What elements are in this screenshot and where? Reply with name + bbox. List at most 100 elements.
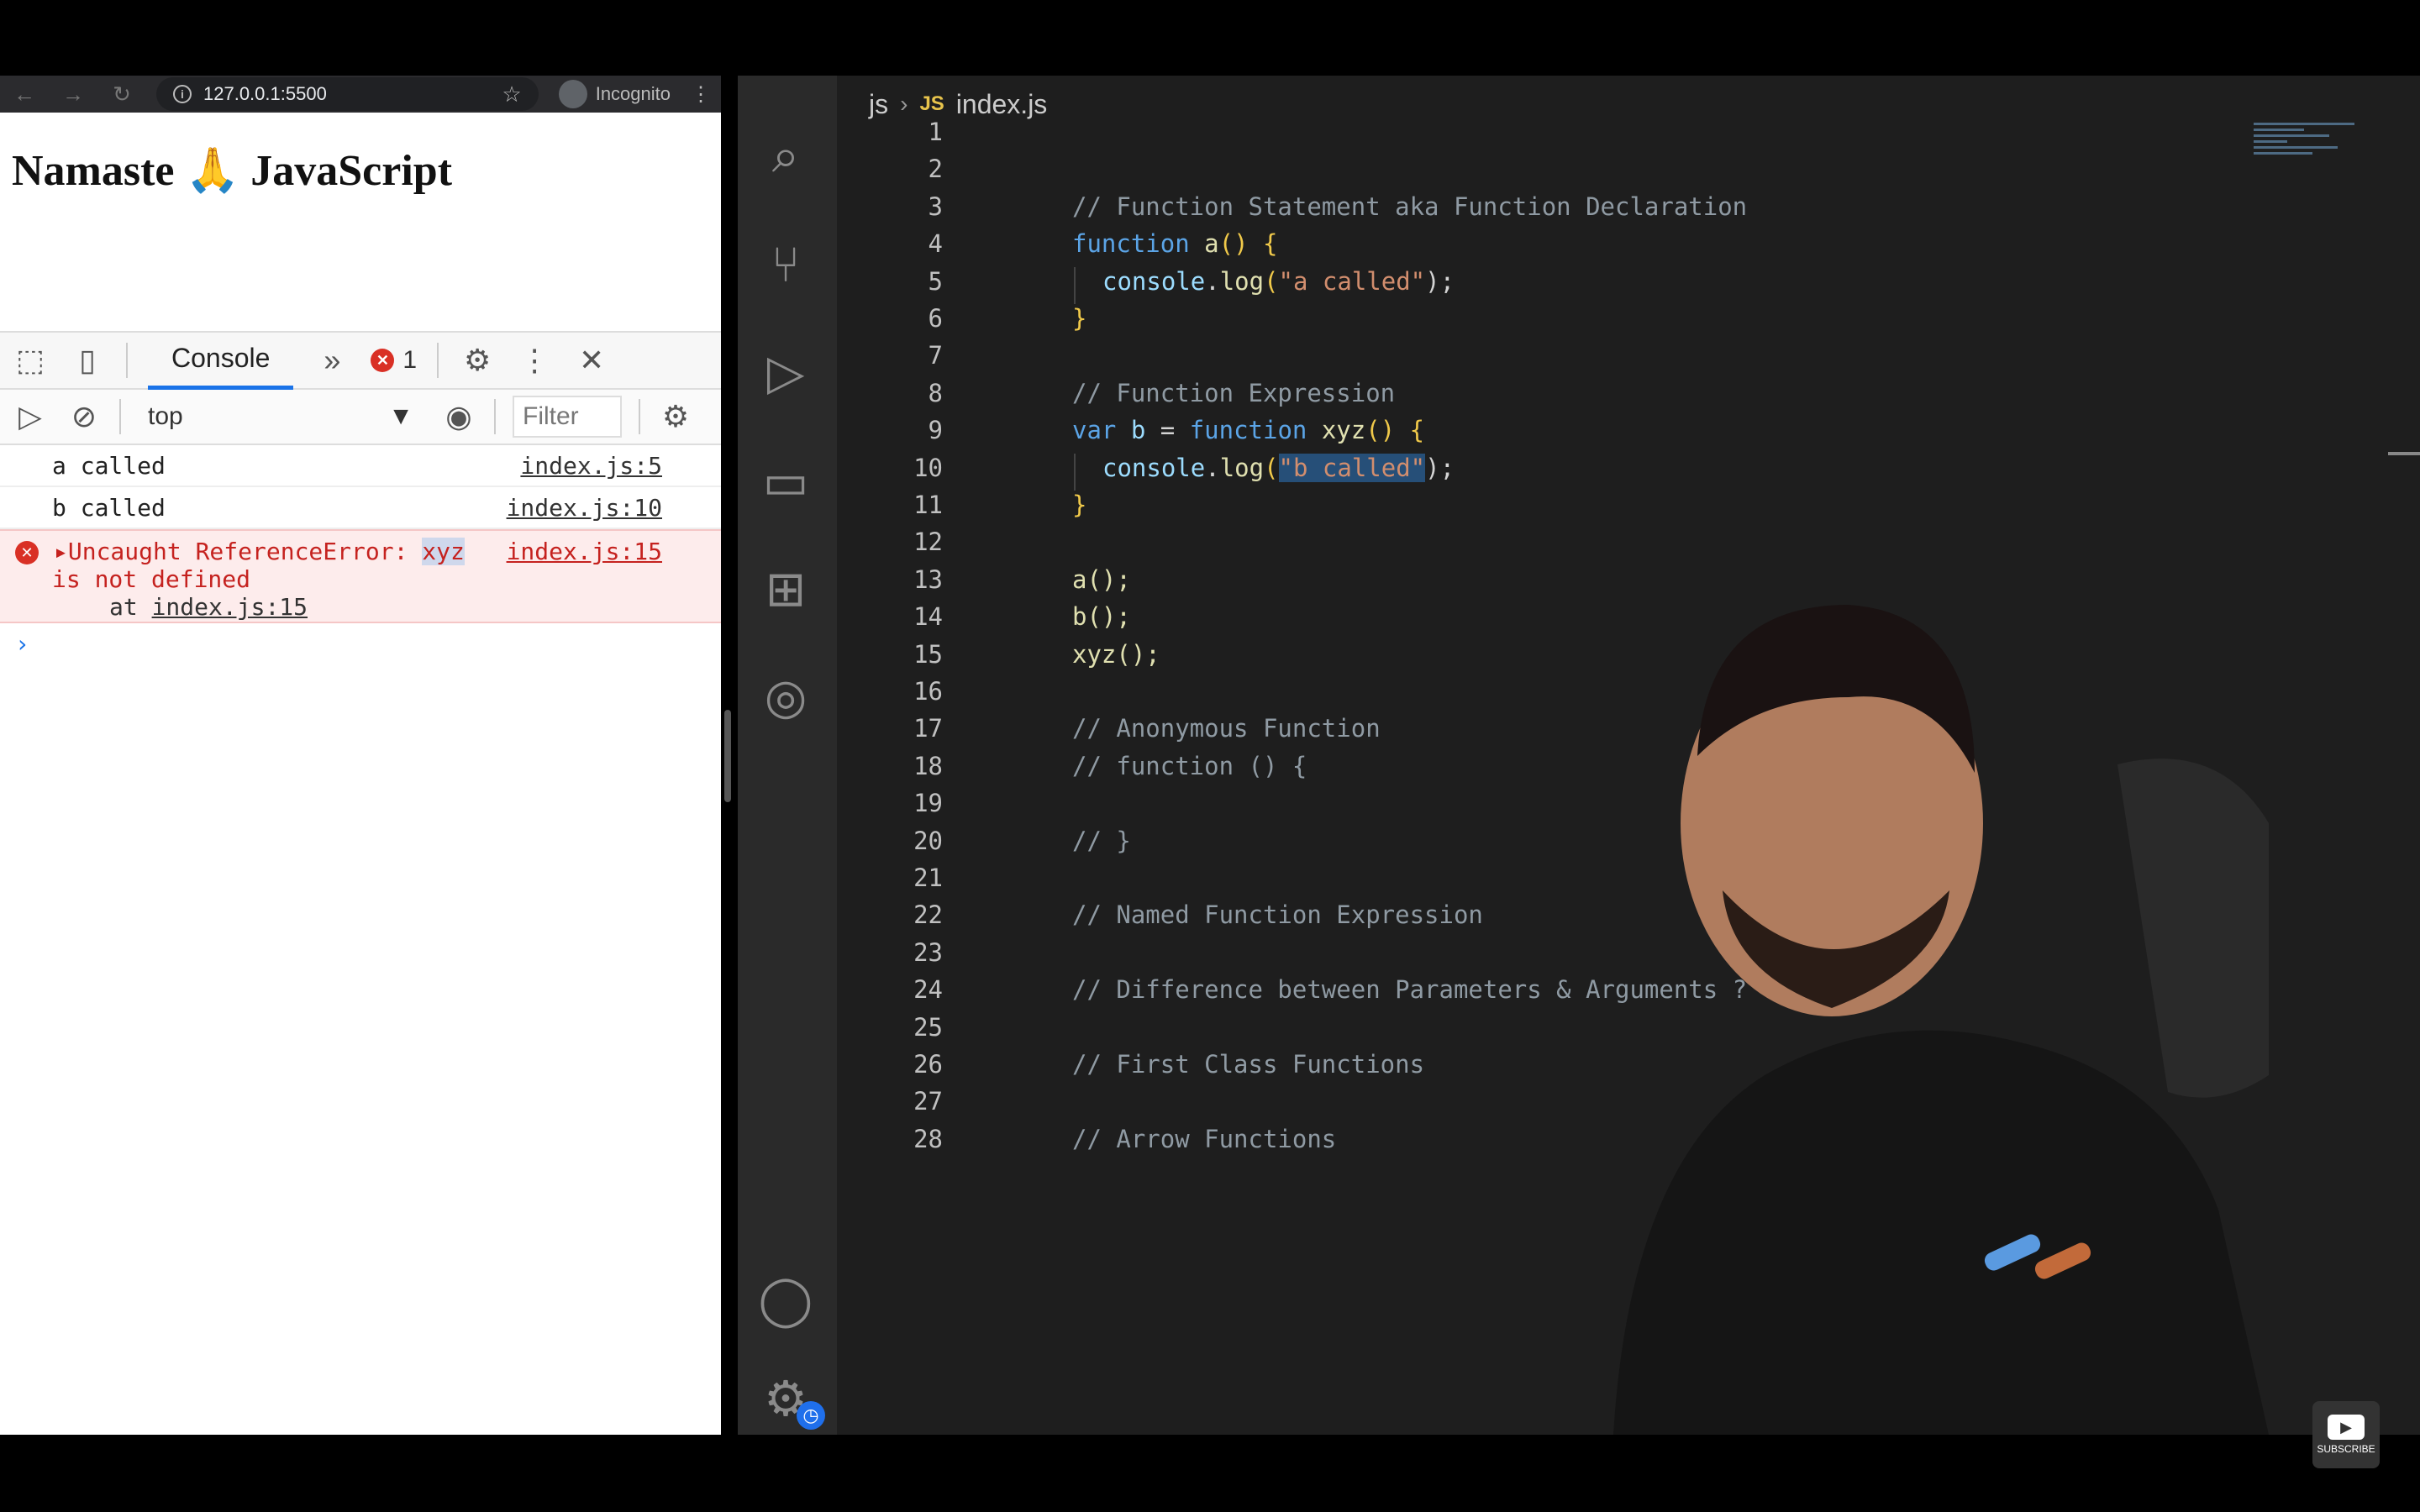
- filter-placeholder: Filter: [523, 402, 579, 430]
- reload-icon[interactable]: ↻: [108, 81, 136, 108]
- line-number: 11: [913, 491, 943, 519]
- line-number: 23: [913, 937, 943, 967]
- code-token: (: [1264, 266, 1279, 296]
- tab-console[interactable]: Console: [148, 331, 294, 390]
- remote-explorer-icon[interactable]: ▭: [756, 452, 815, 511]
- search-icon[interactable]: ⌕: [756, 126, 815, 185]
- line-number: 17: [913, 714, 943, 743]
- error-highlight: xyz: [422, 538, 465, 565]
- console-settings-icon[interactable]: ⚙: [657, 399, 694, 434]
- code-line[interactable]: function a() {: [1072, 229, 1277, 258]
- devtools-menu-icon[interactable]: ⋮: [516, 343, 553, 378]
- code-line[interactable]: }: [1072, 304, 1086, 333]
- line-number: 19: [913, 789, 943, 818]
- source-control-icon[interactable]: ⑂: [756, 235, 815, 294]
- code-line[interactable]: // Function Statement aka Function Decla…: [1072, 192, 1747, 221]
- code-line[interactable]: // Named Function Expression: [1072, 900, 1483, 929]
- code-token: "a called": [1278, 266, 1426, 296]
- log-source-link[interactable]: index.js:5: [520, 452, 662, 480]
- line-number: 27: [913, 1087, 943, 1116]
- error-message[interactable]: ▸Uncaught ReferenceError: xyz: [54, 538, 465, 565]
- code-token: log: [1219, 453, 1265, 482]
- error-icon: ✕: [371, 349, 395, 372]
- scrollbar-marker[interactable]: [2388, 452, 2420, 455]
- run-debug-icon[interactable]: ▷: [756, 343, 815, 402]
- back-icon[interactable]: ←: [10, 81, 39, 108]
- log-text: a called: [52, 451, 166, 480]
- clear-console-icon[interactable]: ⊘: [66, 399, 103, 434]
- expand-triangle-icon[interactable]: ▸: [54, 538, 68, 565]
- error-source-link[interactable]: index.js:15: [507, 538, 662, 565]
- js-file-icon: JS: [919, 92, 944, 115]
- code-line[interactable]: // function () {: [1072, 752, 1307, 780]
- error-count-badge[interactable]: ✕ 1: [371, 346, 417, 375]
- code-token: // Arrow Functions: [1072, 1124, 1337, 1153]
- address-bar[interactable]: i 127.0.0.1:5500 ☆: [156, 77, 539, 111]
- sidebar-toggle-icon[interactable]: ▷: [12, 399, 49, 434]
- breadcrumb-folder[interactable]: js: [869, 89, 888, 120]
- line-number: 4: [928, 229, 943, 259]
- code-token: // }: [1072, 826, 1131, 855]
- code-line[interactable]: // Function Expression: [1072, 379, 1395, 407]
- stack-link[interactable]: index.js:15: [152, 593, 308, 621]
- device-toggle-icon[interactable]: ▯: [69, 343, 106, 378]
- divider: [437, 343, 439, 378]
- code-line[interactable]: // }: [1072, 827, 1131, 855]
- info-icon[interactable]: i: [173, 85, 192, 103]
- incognito-indicator[interactable]: Incognito: [558, 80, 671, 108]
- error-icon: ✕: [15, 541, 39, 564]
- incognito-icon: [558, 80, 587, 108]
- pane-splitter[interactable]: [724, 710, 731, 802]
- minimap[interactable]: [2254, 123, 2396, 207]
- error-line2: is not defined: [52, 565, 251, 593]
- youtube-subscribe-button[interactable]: ▶ SUBSCRIBE: [2312, 1401, 2380, 1468]
- code-line[interactable]: console.log("a called");: [1102, 267, 1455, 296]
- code-line[interactable]: // First Class Functions: [1072, 1050, 1424, 1079]
- close-icon[interactable]: ✕: [573, 343, 610, 378]
- extensions-icon[interactable]: ⊞: [756, 559, 815, 618]
- browser-menu-icon[interactable]: ⋮: [691, 82, 711, 107]
- context-select[interactable]: top ▼: [138, 396, 424, 438]
- code-token: // Named Function Expression: [1072, 900, 1483, 930]
- line-number: 28: [913, 1124, 943, 1153]
- error-prefix: Uncaught ReferenceError:: [67, 538, 423, 565]
- code-token: );: [1425, 453, 1455, 482]
- divider: [126, 343, 128, 378]
- filter-input[interactable]: Filter: [513, 396, 622, 438]
- code-line[interactable]: xyz();: [1072, 640, 1160, 669]
- code-line[interactable]: // Arrow Functions: [1072, 1125, 1336, 1153]
- code-token: console: [1102, 453, 1206, 482]
- code-line[interactable]: // Anonymous Function: [1072, 714, 1381, 743]
- line-number: 2: [928, 155, 943, 184]
- line-number: 13: [913, 564, 943, 594]
- bookmark-star-icon[interactable]: ☆: [502, 81, 521, 108]
- code-token: function: [1072, 229, 1190, 259]
- forward-icon[interactable]: →: [59, 81, 87, 108]
- line-number: 24: [913, 975, 943, 1005]
- line-number: 21: [913, 864, 943, 892]
- code-token: a: [1189, 229, 1219, 259]
- code-line[interactable]: console.log("b called");: [1102, 453, 1455, 482]
- line-number: 25: [913, 1012, 943, 1042]
- code-token: .: [1205, 266, 1220, 296]
- console-prompt[interactable]: ›: [0, 623, 721, 664]
- breadcrumb-file[interactable]: index.js: [956, 89, 1048, 120]
- account-icon[interactable]: ◯: [756, 1270, 815, 1329]
- divider: [639, 399, 640, 434]
- settings-gear-icon[interactable]: ⚙: [459, 343, 496, 378]
- code-token: xyz();: [1072, 639, 1160, 669]
- code-line[interactable]: }: [1072, 491, 1086, 519]
- code-token: b: [1116, 416, 1160, 445]
- inspect-element-icon[interactable]: ⬚: [12, 343, 49, 378]
- log-source-link[interactable]: index.js:10: [507, 494, 662, 522]
- git-graph-icon[interactable]: ◎: [756, 667, 815, 726]
- code-line[interactable]: a();: [1072, 565, 1131, 594]
- code-line[interactable]: b();: [1072, 602, 1131, 631]
- error-stack: at index.js:15: [15, 593, 662, 621]
- code-line[interactable]: var b = function xyz() {: [1072, 416, 1424, 444]
- error-at-label: at: [109, 593, 152, 621]
- code-token: // Function Expression: [1072, 378, 1396, 407]
- eye-icon[interactable]: ◉: [440, 399, 477, 434]
- page-title-text: Namaste: [12, 147, 186, 195]
- more-tabs-icon[interactable]: »: [313, 343, 350, 378]
